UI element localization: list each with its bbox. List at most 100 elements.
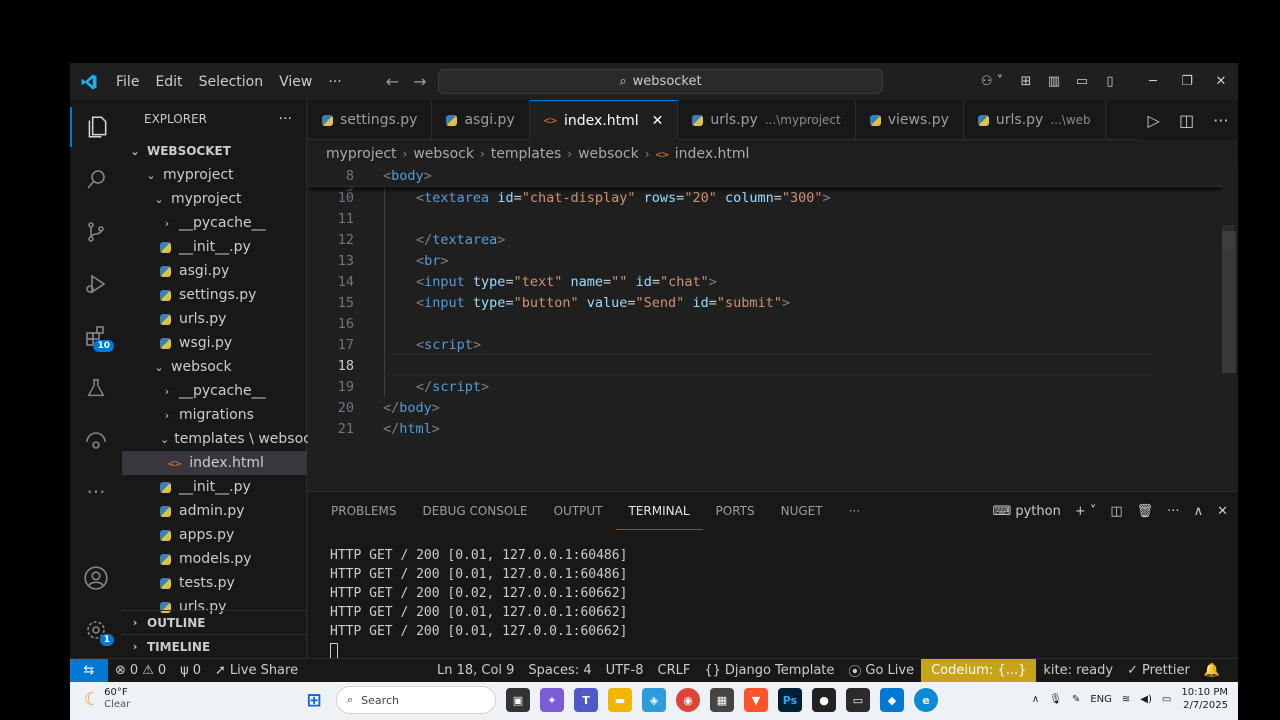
tree-file[interactable]: tests.py	[122, 571, 307, 595]
close-window-icon[interactable]: ✕	[1204, 74, 1238, 89]
extensions-icon[interactable]: 10	[70, 316, 122, 356]
teams-icon[interactable]: T	[574, 688, 598, 712]
remote-indicator-icon[interactable]: ⇆	[70, 658, 108, 683]
panel-tab[interactable]: DEBUG CONSOLE	[410, 492, 541, 530]
editor-scrollbar[interactable]	[1222, 231, 1236, 373]
tree-folder[interactable]: ⌄ websock	[122, 355, 307, 379]
vscode-taskbar-icon[interactable]: ◆	[880, 688, 904, 712]
close-panel-icon[interactable]: ✕	[1217, 504, 1228, 519]
tree-file[interactable]: settings.py	[122, 283, 307, 307]
remote-explorer-icon[interactable]	[70, 420, 122, 460]
panel-tab[interactable]: ···	[836, 492, 873, 530]
code-editor[interactable]: 8 <body> 9 10 <textarea id="chat-display…	[308, 165, 1222, 491]
editor-tab[interactable]: settings.py	[308, 100, 433, 140]
customize-layout-icon[interactable]: ⊞	[1012, 74, 1040, 89]
editor-tab[interactable]: <> index.html ✕	[529, 100, 679, 140]
toggle-secondary-sidebar-icon[interactable]: ▯	[1096, 74, 1124, 89]
accounts-icon[interactable]	[70, 558, 122, 598]
calculator-icon[interactable]: ▦	[710, 688, 734, 712]
tree-folder[interactable]: › __pycache__	[122, 379, 307, 403]
end-of-line[interactable]: CRLF	[651, 663, 698, 678]
run-file-icon[interactable]: ▷	[1148, 111, 1160, 130]
copilot-app-icon[interactable]: ✦	[540, 688, 564, 712]
toggle-panel-icon[interactable]: ▭	[1068, 74, 1096, 89]
cursor-position[interactable]: Ln 18, Col 9	[430, 663, 521, 678]
breadcrumb-item[interactable]: index.html	[675, 146, 750, 162]
explorer-icon[interactable]	[70, 107, 122, 147]
tree-folder[interactable]: ⌄ myproject	[122, 163, 307, 187]
app-icon[interactable]: ●	[812, 688, 836, 712]
panel-tab[interactable]: TERMINAL	[615, 492, 703, 530]
forward-arrow-icon[interactable]: →	[413, 72, 426, 91]
language-mode[interactable]: {} Django Template	[697, 663, 841, 678]
weather-widget[interactable]: ☾ 60°F Clear	[84, 687, 130, 711]
file-explorer-icon[interactable]: ▬	[608, 688, 632, 712]
volume-icon[interactable]: ◀)	[1140, 694, 1152, 705]
wifi-icon[interactable]: ≋	[1122, 694, 1130, 705]
taskbar-search[interactable]: ⌕ Search	[336, 686, 496, 714]
search-icon[interactable]	[70, 160, 122, 200]
manage-gear-icon[interactable]: 1	[70, 610, 122, 650]
menu-view[interactable]: View	[271, 63, 320, 100]
panel-tab[interactable]: OUTPUT	[541, 492, 616, 530]
tree-file[interactable]: urls.py	[122, 307, 307, 331]
tree-file[interactable]: __init__.py	[122, 475, 307, 499]
battery-icon[interactable]: ▭	[1162, 694, 1171, 705]
live-share-button[interactable]: ➚ Live Share	[208, 663, 305, 678]
split-editor-icon[interactable]: ◫	[1179, 111, 1194, 130]
go-live-button[interactable]: ⦿ Go Live	[841, 661, 921, 680]
windows-start-icon[interactable]: ⊞	[302, 688, 326, 712]
tree-file[interactable]: apps.py	[122, 523, 307, 547]
indentation[interactable]: Spaces: 4	[521, 663, 598, 678]
command-center[interactable]: ⌕ websocket	[438, 69, 883, 94]
maximize-panel-icon[interactable]: ∧	[1194, 504, 1204, 519]
sticky-scroll-header[interactable]: 8 <body>	[308, 165, 1222, 187]
encoding[interactable]: UTF-8	[599, 663, 651, 678]
notifications-bell-icon[interactable]: 🔔	[1197, 663, 1238, 678]
toggle-sidebar-icon[interactable]: ▥	[1040, 74, 1068, 89]
photoshop-icon[interactable]: Ps	[778, 688, 802, 712]
breadcrumb-item[interactable]: myproject	[326, 146, 397, 162]
testing-icon[interactable]	[70, 368, 122, 408]
prettier-status[interactable]: ✓ Prettier	[1120, 663, 1197, 678]
breadcrumb-item[interactable]: templates	[491, 146, 562, 162]
menu-file[interactable]: File	[108, 63, 147, 100]
restore-icon[interactable]: ❐	[1170, 74, 1204, 89]
edge-icon[interactable]: e	[914, 688, 938, 712]
microphone-icon[interactable]: 🎙	[1049, 694, 1062, 705]
editor-tab[interactable]: asgi.py	[432, 100, 530, 140]
menu-more[interactable]: ···	[320, 63, 349, 100]
editor-tab[interactable]: views.py	[856, 100, 964, 140]
new-terminal-icon[interactable]: + ˅	[1075, 504, 1097, 519]
problems-status[interactable]: ⊗ 0 ⚠ 0	[108, 663, 173, 678]
tree-file[interactable]: asgi.py	[122, 259, 307, 283]
clock[interactable]: 10:10 PM 2/7/2025	[1181, 686, 1228, 712]
panel-tab[interactable]: NUGET	[768, 492, 836, 530]
menu-selection[interactable]: Selection	[191, 63, 272, 100]
run-debug-icon[interactable]	[70, 264, 122, 304]
panel-tab[interactable]: PORTS	[703, 492, 768, 530]
tree-file[interactable]: models.py	[122, 547, 307, 571]
tree-file[interactable]: wsgi.py	[122, 331, 307, 355]
tray-chevron-icon[interactable]: ∧	[1032, 694, 1039, 705]
tree-file[interactable]: <> index.html	[122, 451, 307, 475]
minimize-icon[interactable]: ─	[1136, 74, 1170, 89]
outline-section[interactable]: › OUTLINE	[122, 610, 307, 634]
close-tab-icon[interactable]: ✕	[652, 113, 664, 129]
copilot-icon[interactable]: ⚇ ˅	[972, 74, 1012, 89]
kill-terminal-icon[interactable]: 🗑	[1137, 504, 1154, 519]
back-arrow-icon[interactable]: ←	[386, 72, 399, 91]
editor-tab[interactable]: urls.py ...\myproject	[678, 100, 856, 140]
tree-file[interactable]: __init__.py	[122, 235, 307, 259]
breadcrumb-item[interactable]: websock	[578, 146, 639, 162]
kite-status[interactable]: kite: ready	[1036, 663, 1120, 678]
source-control-icon[interactable]	[70, 212, 122, 252]
editor-tab[interactable]: urls.py ...\web	[964, 100, 1106, 140]
terminal-name[interactable]: python	[1015, 504, 1060, 519]
chrome-icon[interactable]: ◉	[676, 688, 700, 712]
tree-folder[interactable]: › __pycache__	[122, 211, 307, 235]
editor-more-icon[interactable]: ···	[1213, 111, 1228, 130]
explorer-more-button[interactable]: ···	[279, 111, 292, 127]
tree-root-websocket[interactable]: ⌄ WEBSOCKET	[122, 139, 307, 163]
tree-folder[interactable]: › migrations	[122, 403, 307, 427]
